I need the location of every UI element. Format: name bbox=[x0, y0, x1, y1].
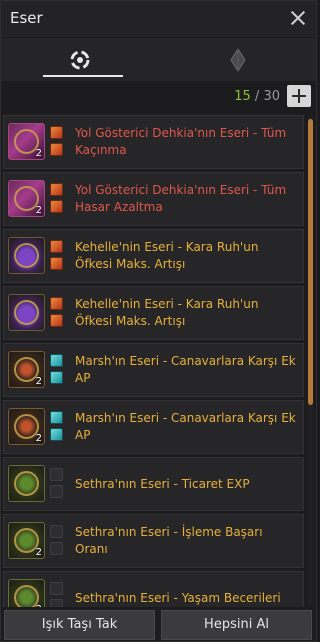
lightstone-icon[interactable] bbox=[50, 411, 63, 424]
lightstone-icon[interactable] bbox=[50, 428, 63, 441]
lightstone-icon[interactable] bbox=[50, 371, 63, 384]
artifact-icon: 2 bbox=[8, 123, 45, 160]
artifact-name: Sethra'nın Eseri - Ticaret EXP bbox=[75, 477, 250, 491]
list-item[interactable]: 2 Marsh'ın Eseri - Canavarlara Karşı Ek A… bbox=[3, 343, 304, 397]
list-item[interactable]: Sethra'nın Eseri - Ticaret EXP bbox=[3, 457, 304, 511]
list-item[interactable]: 2 Yol Gösterici Dehkia'nın Eseri - Tüm Ka… bbox=[3, 115, 304, 169]
artifact-name: Marsh'ın Eseri - Canavarlara Karşı Ek AP bbox=[75, 354, 296, 385]
artifact-icon: 2 bbox=[8, 579, 45, 607]
empty-slot-icon[interactable] bbox=[50, 582, 63, 595]
empty-slot-icon[interactable] bbox=[50, 485, 63, 498]
artifact-name: Sethra'nın Eseri - İşleme Başarı Oranı bbox=[75, 525, 263, 556]
artifact-window: Eser 15 / 30 2 Yol Gösterici Dehkia'nın E… bbox=[0, 0, 317, 642]
lightstone-slots bbox=[50, 183, 64, 217]
artifact-icon: 2 bbox=[8, 522, 45, 559]
capacity-separator: / bbox=[250, 89, 264, 104]
window-title: Eser bbox=[10, 9, 43, 27]
lightstone-icon[interactable] bbox=[50, 143, 63, 156]
crystal-icon bbox=[229, 47, 246, 72]
artifact-level: 2 bbox=[35, 547, 42, 558]
lightstone-icon[interactable] bbox=[50, 240, 63, 253]
scrollbar-thumb[interactable] bbox=[308, 119, 313, 405]
empty-slot-icon[interactable] bbox=[50, 468, 63, 481]
lightstone-slots bbox=[50, 468, 64, 502]
artifact-ring-icon bbox=[14, 471, 39, 496]
title-bar: Eser bbox=[1, 1, 316, 37]
equip-lightstone-button[interactable]: Işık Taşı Tak bbox=[4, 610, 155, 640]
artifact-name: Kehelle'nin Eseri - Kara Ruh'un Öfkesi M… bbox=[75, 240, 259, 271]
artifact-name: Sethra'nın Eseri - Yaşam Becerileri bbox=[75, 591, 281, 605]
scrollbar[interactable] bbox=[308, 115, 313, 607]
artifact-name: Kehelle'nin Eseri - Kara Ruh'un Öfkesi M… bbox=[75, 297, 259, 328]
artifact-icon bbox=[8, 294, 45, 331]
list-item[interactable]: Kehelle'nin Eseri - Kara Ruh'un Öfkesi M… bbox=[3, 286, 304, 340]
artifact-icon bbox=[8, 465, 45, 502]
empty-slot-icon[interactable] bbox=[50, 599, 63, 607]
close-icon[interactable] bbox=[288, 8, 308, 28]
lightstone-slots bbox=[50, 525, 64, 559]
expand-capacity-button[interactable] bbox=[287, 85, 311, 107]
artifact-icon: 2 bbox=[8, 408, 45, 445]
list-item[interactable]: 2 Sethra'nın Eseri - Yaşam Becerileri bbox=[3, 571, 304, 607]
artifact-icon: 2 bbox=[8, 180, 45, 217]
artifact-ring-icon bbox=[14, 243, 39, 268]
artifact-name: Marsh'ın Eseri - Canavarlara Karşı Ek AP bbox=[75, 411, 296, 442]
lightstone-icon[interactable] bbox=[50, 183, 63, 196]
artifact-name: Yol Gösterici Dehkia'nın Eseri - Tüm Kaç… bbox=[75, 126, 287, 157]
lightstone-icon[interactable] bbox=[50, 314, 63, 327]
tab-artifacts[interactable] bbox=[1, 38, 158, 81]
lightstone-slots bbox=[50, 240, 64, 274]
lightstone-icon[interactable] bbox=[50, 200, 63, 213]
artifact-icon bbox=[8, 237, 45, 274]
active-tab-indicator bbox=[43, 75, 123, 77]
lightstone-slots bbox=[50, 354, 64, 388]
artifact-level: 2 bbox=[35, 433, 42, 444]
lightstone-slots bbox=[50, 582, 64, 607]
lightstone-icon[interactable] bbox=[50, 257, 63, 270]
capacity-total: 30 bbox=[263, 89, 280, 104]
artifact-level: 2 bbox=[36, 604, 42, 607]
lightstone-slots bbox=[50, 411, 64, 445]
rings-icon bbox=[70, 50, 89, 69]
lightstone-icon[interactable] bbox=[50, 354, 63, 367]
artifact-name: Yol Gösterici Dehkia'nın Eseri - Tüm Has… bbox=[75, 183, 287, 214]
lightstone-icon[interactable] bbox=[50, 126, 63, 139]
artifact-icon: 2 bbox=[8, 351, 45, 388]
empty-slot-icon[interactable] bbox=[50, 525, 63, 538]
list-item[interactable]: Kehelle'nin Eseri - Kara Ruh'un Öfkesi M… bbox=[3, 229, 304, 283]
capacity-current: 15 bbox=[234, 89, 251, 104]
footer: Işık Taşı Tak Hepsini Al bbox=[1, 610, 316, 642]
artifact-list: 2 Yol Gösterici Dehkia'nın Eseri - Tüm Ka… bbox=[3, 115, 304, 607]
capacity-counter: 15 / 30 bbox=[234, 89, 280, 104]
artifact-level: 2 bbox=[35, 148, 42, 159]
tab-lightstones[interactable] bbox=[159, 38, 316, 81]
artifact-ring-icon bbox=[14, 300, 39, 325]
capacity-row: 15 / 30 bbox=[1, 83, 316, 111]
artifact-level: 2 bbox=[35, 376, 42, 387]
list-item[interactable]: 2 Yol Gösterici Dehkia'nın Eseri - Tüm Ha… bbox=[3, 172, 304, 226]
claim-all-button[interactable]: Hepsini Al bbox=[161, 610, 312, 640]
artifact-level: 2 bbox=[35, 205, 42, 216]
tab-bar bbox=[1, 38, 316, 81]
empty-slot-icon[interactable] bbox=[50, 542, 63, 555]
lightstone-icon[interactable] bbox=[50, 297, 63, 310]
list-item[interactable]: 2 Marsh'ın Eseri - Canavarlara Karşı Ek A… bbox=[3, 400, 304, 454]
lightstone-slots bbox=[50, 297, 64, 331]
list-item[interactable]: 2 Sethra'nın Eseri - İşleme Başarı Oranı bbox=[3, 514, 304, 568]
lightstone-slots bbox=[50, 126, 64, 160]
